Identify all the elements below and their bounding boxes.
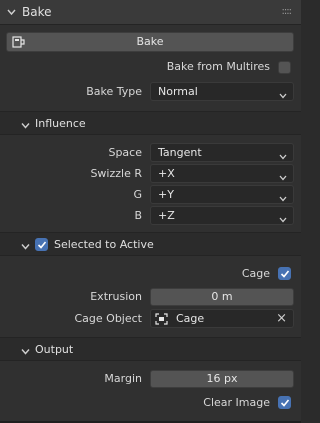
chevron-down-icon (279, 150, 287, 163)
extrusion-label: Extrusion (90, 290, 142, 303)
chevron-down-icon (279, 171, 287, 184)
selected-to-active-subpanel-header[interactable]: Selected to Active (0, 232, 301, 256)
bake-from-multires-label: Bake from Multires (166, 60, 270, 73)
margin-label: Margin (104, 372, 142, 385)
extrusion-field[interactable]: 0 m (150, 288, 294, 306)
bake-button-label: Bake (136, 35, 164, 48)
space-label: Space (108, 146, 142, 159)
cage-object-field[interactable]: Cage × (150, 309, 294, 328)
bake-type-label: Bake Type (86, 85, 142, 98)
swizzle-g-dropdown[interactable]: +Y (150, 185, 294, 204)
object-icon (155, 313, 168, 328)
chevron-down-icon (7, 7, 16, 20)
swizzle-r-value: +X (158, 167, 175, 180)
chevron-down-icon (279, 89, 287, 102)
cage-object-value: Cage (176, 312, 205, 325)
swizzle-r-label: Swizzle R (90, 167, 142, 180)
output-title: Output (35, 343, 74, 356)
chevron-down-icon (21, 346, 30, 359)
cage-object-label: Cage Object (74, 312, 143, 325)
swizzle-g-label: G (133, 188, 142, 201)
swizzle-b-dropdown[interactable]: +Z (150, 206, 294, 225)
space-dropdown[interactable]: Tangent (150, 143, 294, 162)
bake-type-value: Normal (158, 85, 198, 98)
chevron-down-icon (279, 213, 287, 226)
chevron-down-icon (21, 120, 30, 133)
swizzle-r-dropdown[interactable]: +X (150, 164, 294, 183)
margin-value: 16 px (206, 372, 238, 385)
cage-checkbox[interactable] (278, 267, 291, 280)
chevron-down-icon (21, 241, 30, 254)
chevron-down-icon (279, 192, 287, 205)
cage-label: Cage (241, 267, 270, 280)
panel-title: Bake (22, 5, 52, 19)
swizzle-b-label: B (134, 209, 142, 222)
influence-subpanel-header[interactable]: Influence (0, 111, 301, 135)
clear-image-label: Clear Image (203, 396, 270, 409)
margin-field[interactable]: 16 px (150, 370, 294, 388)
influence-title: Influence (35, 117, 86, 130)
swizzle-g-value: +Y (158, 188, 174, 201)
extrusion-value: 0 m (211, 290, 233, 303)
selected-to-active-checkbox[interactable] (35, 238, 48, 251)
render-bake-icon (12, 36, 25, 54)
output-subpanel-header[interactable]: Output (0, 337, 301, 361)
bake-panel-header[interactable]: Bake :::: (0, 0, 301, 25)
clear-image-checkbox[interactable] (278, 396, 291, 409)
bake-from-multires-checkbox[interactable] (278, 61, 291, 74)
selected-to-active-title: Selected to Active (54, 238, 154, 251)
space-value: Tangent (158, 146, 202, 159)
swizzle-b-value: +Z (158, 209, 175, 222)
bake-button[interactable]: Bake (6, 32, 294, 52)
bake-type-dropdown[interactable]: Normal (150, 82, 294, 101)
drag-grip-icon[interactable]: :::: (282, 6, 293, 17)
clear-icon[interactable]: × (276, 311, 287, 326)
